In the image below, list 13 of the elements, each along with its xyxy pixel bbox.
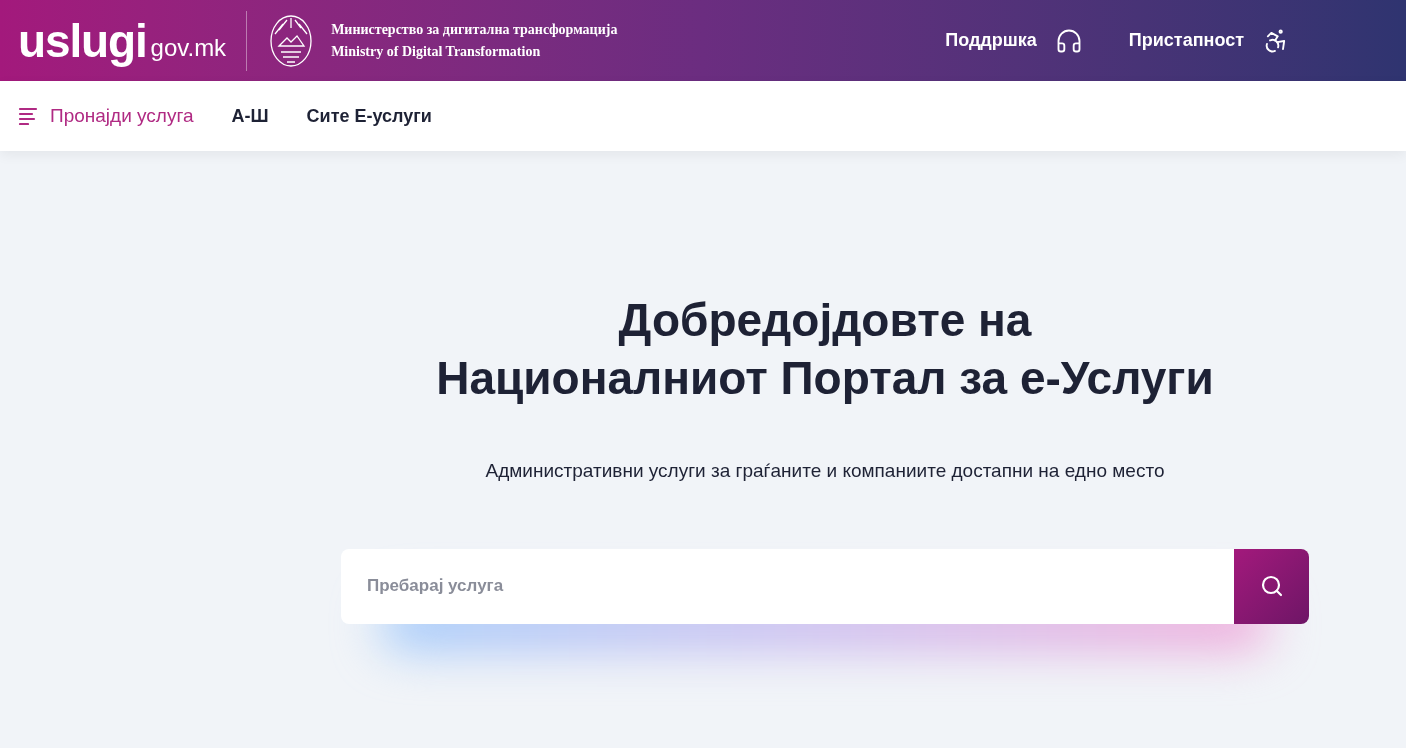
logo-domain: gov.mk (150, 35, 227, 60)
hero-subtitle: Административни услуги за граѓаните и компаниите достапни на едно место (485, 459, 1165, 483)
nav-link[interactable]: А-Ш (231, 102, 269, 130)
ministry-name: Министерство за дигитална трансформација (331, 20, 618, 39)
search-icon (1259, 574, 1284, 598)
hero-title: Добредојдовте на Националниот Портал за е-Услуги (436, 293, 1214, 406)
ministry-name-english: Ministry of Digital Transformation (331, 42, 542, 61)
nav-link[interactable]: Сите Е-услуги (306, 102, 432, 130)
menu-icon (18, 107, 38, 125)
search-button[interactable] (1234, 548, 1309, 624)
find-service-menu[interactable]: Пронајди услуга (18, 101, 194, 131)
header-link[interactable]: Пристапност (1128, 26, 1290, 55)
header-link[interactable]: Поддршка (945, 26, 1083, 55)
